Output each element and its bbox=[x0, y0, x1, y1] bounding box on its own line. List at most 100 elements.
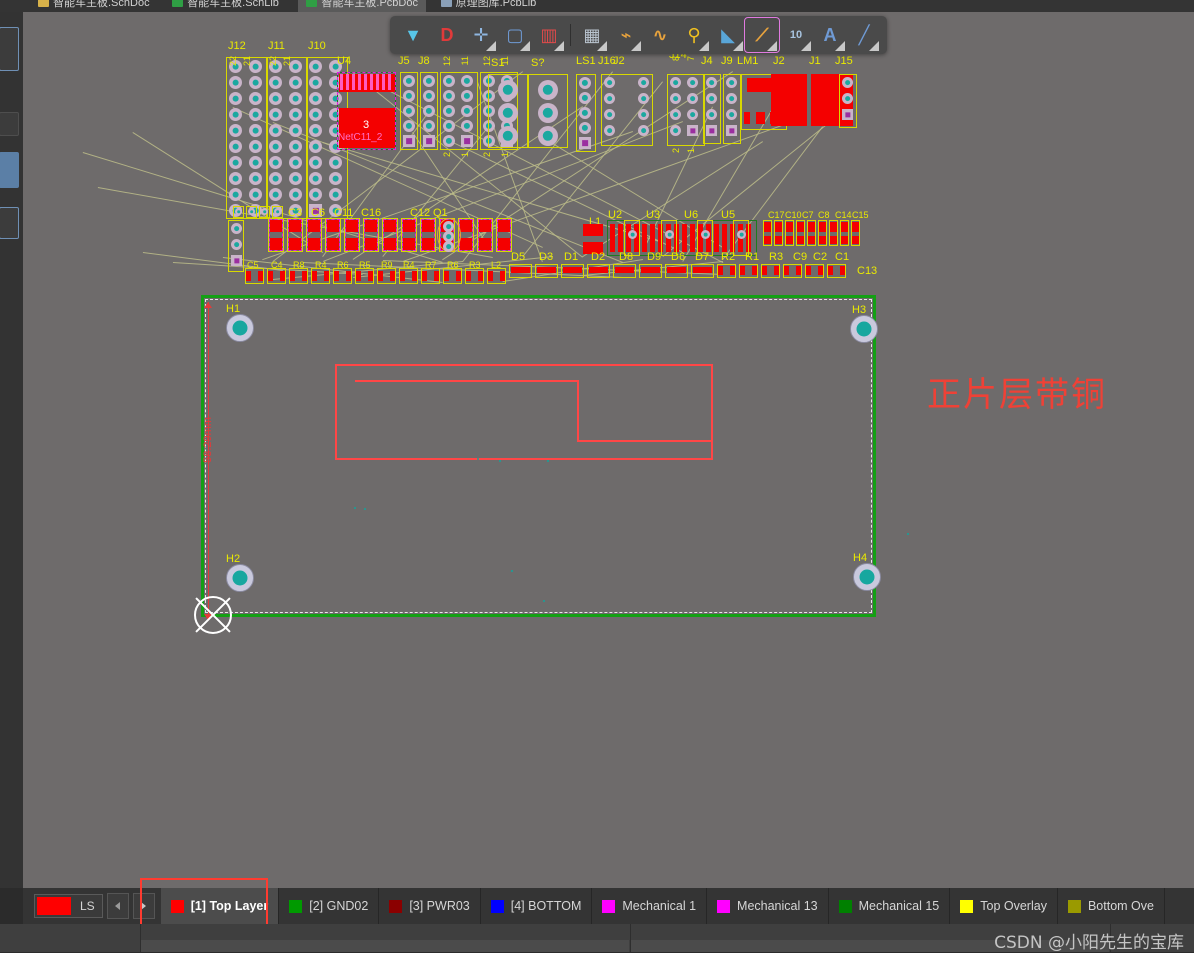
pad-round[interactable] bbox=[229, 156, 242, 169]
copper-fill[interactable] bbox=[390, 271, 395, 281]
copper-fill[interactable] bbox=[290, 271, 295, 281]
layer-tab-bottom-ove[interactable]: Bottom Ove bbox=[1058, 888, 1165, 924]
pad-round[interactable] bbox=[269, 140, 282, 153]
pad-round[interactable] bbox=[726, 77, 737, 88]
toolbar-button-differential-pair[interactable]: ∿ bbox=[643, 18, 677, 52]
pad-round[interactable] bbox=[604, 125, 615, 136]
copper-fill[interactable] bbox=[312, 271, 317, 281]
pad-round[interactable] bbox=[423, 105, 435, 117]
copper-fill[interactable] bbox=[808, 222, 815, 232]
pad-round[interactable] bbox=[229, 140, 242, 153]
copper-fill[interactable] bbox=[690, 224, 695, 252]
copper-fill[interactable] bbox=[818, 266, 823, 275]
pad-round[interactable] bbox=[231, 223, 242, 234]
copper-fill[interactable] bbox=[488, 271, 493, 281]
pad-round[interactable] bbox=[289, 156, 302, 169]
pad-round[interactable] bbox=[498, 103, 518, 123]
toolbar-button-place-via[interactable]: ⚲ bbox=[677, 18, 711, 52]
pad-round[interactable] bbox=[701, 230, 710, 239]
copper-fill[interactable] bbox=[828, 266, 833, 275]
copper-fill[interactable] bbox=[786, 236, 793, 244]
pad-round[interactable] bbox=[403, 90, 415, 102]
dropdown-caret-icon[interactable] bbox=[699, 41, 709, 51]
dropdown-caret-icon[interactable] bbox=[801, 41, 811, 51]
pad-round[interactable] bbox=[289, 76, 302, 89]
copper-fill[interactable] bbox=[819, 222, 826, 232]
copper-fill[interactable] bbox=[841, 222, 848, 232]
copper-fill[interactable] bbox=[730, 266, 735, 275]
copper-fill[interactable] bbox=[784, 266, 789, 275]
copper-fill[interactable] bbox=[378, 271, 383, 281]
pad-round[interactable] bbox=[498, 80, 518, 100]
copper-fill[interactable] bbox=[786, 222, 793, 232]
pad-round[interactable] bbox=[289, 92, 302, 105]
pad-round[interactable] bbox=[309, 76, 322, 89]
pad-round[interactable] bbox=[309, 172, 322, 185]
copper-fill[interactable] bbox=[764, 222, 771, 232]
pad-round[interactable] bbox=[309, 60, 322, 73]
pad-round[interactable] bbox=[443, 90, 455, 102]
toolbar-button-selection-rectangle[interactable]: ▢ bbox=[498, 18, 532, 52]
layer-tab-top-overlay[interactable]: Top Overlay bbox=[950, 888, 1058, 924]
pad-round[interactable] bbox=[670, 109, 681, 120]
pad-round[interactable] bbox=[309, 124, 322, 137]
copper-fill[interactable] bbox=[744, 112, 750, 124]
dropdown-caret-icon[interactable] bbox=[767, 41, 777, 51]
pad-round[interactable] bbox=[670, 125, 681, 136]
layer-tab-3-pwr03[interactable]: [3] PWR03 bbox=[379, 888, 481, 924]
pad-square[interactable] bbox=[423, 135, 435, 147]
copper-fill[interactable] bbox=[324, 271, 329, 281]
copper-fill[interactable] bbox=[434, 271, 439, 281]
pad-round[interactable] bbox=[249, 188, 262, 201]
toolbar-button-route-track[interactable]: ⌁ bbox=[609, 18, 643, 52]
pad-round[interactable] bbox=[579, 92, 591, 104]
pad-round[interactable] bbox=[579, 107, 591, 119]
pcb-floating-toolbar[interactable]: ▼ D ✛ ▢ ▥ ▦ ⌁ ∿ ⚲ ◣ ⟋ 10 A ╱ bbox=[390, 16, 887, 54]
pad-round[interactable] bbox=[289, 108, 302, 121]
layer-scroll-prev-button[interactable] bbox=[106, 893, 129, 919]
pad-round[interactable] bbox=[670, 77, 681, 88]
copper-fill[interactable] bbox=[775, 222, 782, 232]
pad-round[interactable] bbox=[423, 120, 435, 132]
document-tab-2[interactable]: 智能车主板.PcbDoc bbox=[298, 0, 426, 12]
pad-round[interactable] bbox=[309, 188, 322, 201]
dock-panel-stub-2[interactable] bbox=[0, 112, 19, 136]
copper-fill[interactable] bbox=[444, 271, 449, 281]
copper-fill[interactable] bbox=[511, 267, 530, 273]
toolbar-button-component-place[interactable]: ▦ bbox=[575, 18, 609, 52]
pad-round[interactable] bbox=[842, 77, 853, 88]
pad-round[interactable] bbox=[329, 172, 342, 185]
pad-round[interactable] bbox=[269, 108, 282, 121]
dropdown-caret-icon[interactable] bbox=[835, 41, 845, 51]
copper-fill[interactable] bbox=[246, 271, 251, 281]
pad-round[interactable] bbox=[443, 120, 455, 132]
pad-round[interactable] bbox=[289, 188, 302, 201]
copper-fill[interactable] bbox=[752, 266, 757, 275]
toolbar-button-place-string[interactable]: A bbox=[813, 18, 847, 52]
pad-round[interactable] bbox=[443, 75, 455, 87]
copper-fill[interactable] bbox=[682, 224, 687, 252]
pad-round[interactable] bbox=[269, 76, 282, 89]
copper-fill[interactable] bbox=[368, 271, 373, 281]
pad-round[interactable] bbox=[231, 239, 242, 250]
pad-round[interactable] bbox=[403, 105, 415, 117]
copper-fill[interactable] bbox=[764, 236, 771, 244]
dropdown-caret-icon[interactable] bbox=[520, 41, 530, 51]
pad-round[interactable] bbox=[443, 105, 455, 117]
pad-round[interactable] bbox=[687, 77, 698, 88]
dropdown-caret-icon[interactable] bbox=[869, 41, 879, 51]
layer-tab-bar[interactable]: LS [1] Top Layer [2] GND02 [3] PWR03 [4] BO… bbox=[23, 888, 1194, 924]
pad-round[interactable] bbox=[638, 93, 649, 104]
toolbar-button-polygon-pour[interactable]: ◣ bbox=[711, 18, 745, 52]
toolbar-button-place-line-segment[interactable]: ╱ bbox=[847, 18, 881, 52]
toolbar-button-magnet-snap[interactable]: D bbox=[430, 18, 464, 52]
layer-tab-1-top-layer[interactable]: [1] Top Layer bbox=[160, 888, 280, 924]
pad-round[interactable] bbox=[638, 109, 649, 120]
pad-round[interactable] bbox=[443, 241, 454, 252]
copper-fill[interactable] bbox=[771, 74, 807, 126]
pad-square[interactable] bbox=[842, 109, 853, 120]
pad-round[interactable] bbox=[737, 230, 746, 239]
copper-fill[interactable] bbox=[667, 267, 686, 273]
pad-round[interactable] bbox=[309, 108, 322, 121]
copper-fill[interactable] bbox=[808, 236, 815, 244]
